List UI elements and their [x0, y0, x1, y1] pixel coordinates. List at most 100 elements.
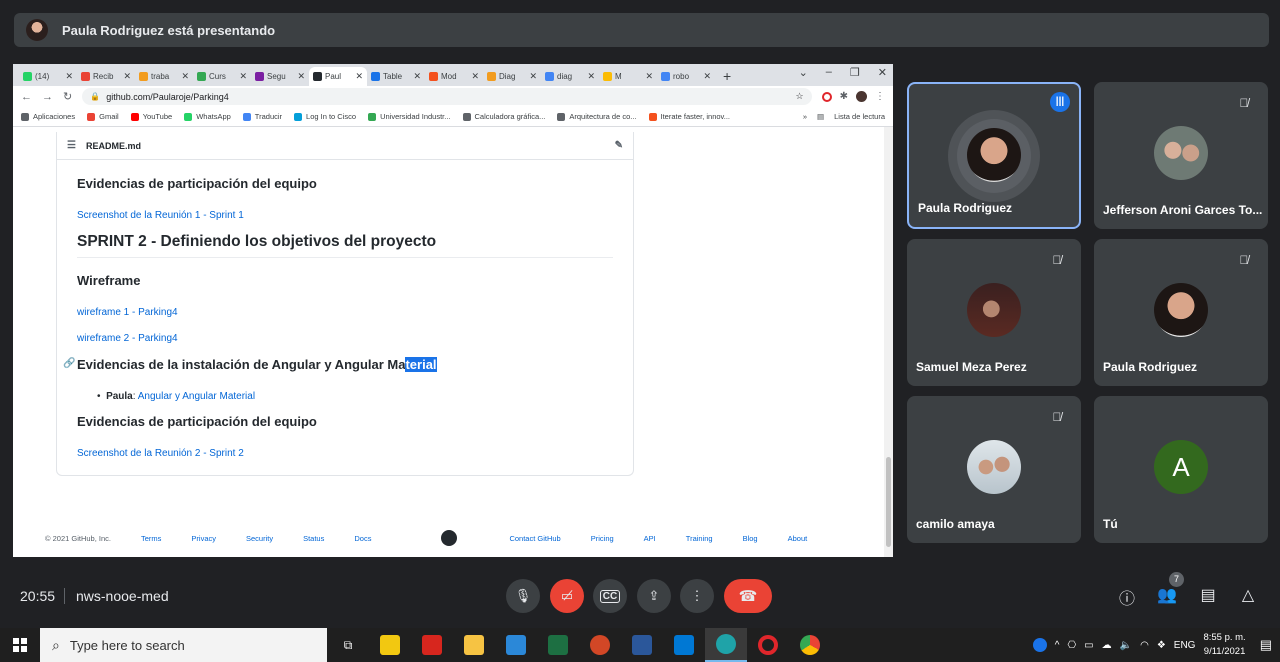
browser-tab[interactable]: traba ✕ — [135, 67, 193, 86]
footer-pricing[interactable]: Pricing — [591, 534, 614, 543]
link-angular-material[interactable]: Angular y Angular Material — [138, 391, 255, 402]
present-button[interactable]: ⇪ — [637, 579, 671, 613]
browser-tab[interactable]: diag ✕ — [541, 67, 599, 86]
close-window-button[interactable]: ✕ — [878, 66, 887, 79]
taskbar-app-outlook[interactable] — [663, 628, 705, 662]
bookmark-item[interactable]: Gmail — [87, 112, 119, 121]
tab-close-icon[interactable]: ✕ — [587, 71, 595, 82]
tab-close-icon[interactable]: ✕ — [645, 71, 653, 82]
url-field[interactable]: 🔒 github.com/Paularoje/Parking4 ☆ — [82, 88, 812, 105]
tab-close-icon[interactable]: ✕ — [239, 71, 247, 82]
tab-close-icon[interactable]: ✕ — [355, 71, 363, 82]
footer-privacy[interactable]: Privacy — [191, 534, 216, 543]
chevron-up-icon[interactable]: ^ — [1055, 640, 1060, 651]
browser-tab[interactable]: Curs ✕ — [193, 67, 251, 86]
taskbar-app-powerpoint[interactable] — [579, 628, 621, 662]
bookmark-item[interactable]: Aplicaciones — [21, 112, 75, 121]
bookmark-item[interactable]: Universidad Industr... — [368, 112, 451, 121]
taskbar-app-powerbi[interactable] — [369, 628, 411, 662]
bookmark-item[interactable]: Traducir — [242, 112, 282, 121]
browser-tab[interactable]: Paul ✕ — [309, 67, 367, 86]
task-view-button[interactable]: ⧉ — [327, 628, 369, 662]
footer-about[interactable]: About — [788, 534, 808, 543]
bookmark-item[interactable]: Arquitectura de co... — [557, 112, 637, 121]
list-icon[interactable]: ☰ — [67, 140, 76, 151]
taskbar-app-acrobat[interactable] — [411, 628, 453, 662]
chat-icon[interactable]: ▤ — [1197, 585, 1219, 607]
browser-tab[interactable]: Recib ✕ — [77, 67, 135, 86]
help-icon[interactable] — [1032, 638, 1047, 652]
page-scrollbar[interactable] — [884, 127, 893, 557]
browser-tab[interactable]: Segu ✕ — [251, 67, 309, 86]
taskbar-search-box[interactable]: ⌕ Type here to search — [40, 628, 327, 662]
browser-tab[interactable]: M ✕ — [599, 67, 657, 86]
camera-off-button[interactable]: ▭̸ — [550, 579, 584, 613]
volume-icon[interactable]: 🔈 — [1120, 640, 1132, 651]
people-icon[interactable]: 👥 — [1156, 585, 1178, 607]
language-indicator[interactable]: ENG — [1174, 640, 1196, 651]
start-button[interactable] — [0, 628, 40, 662]
footer-contact[interactable]: Contact GitHub — [509, 534, 560, 543]
tray-app-icon[interactable]: ⎔ — [1067, 640, 1076, 651]
edit-pencil-icon[interactable]: ✎ — [615, 140, 623, 151]
tab-close-icon[interactable]: ✕ — [471, 71, 479, 82]
back-icon[interactable]: ← — [21, 91, 32, 103]
footer-security[interactable]: Security — [246, 534, 273, 543]
puzzle-icon[interactable]: ✱ — [840, 91, 848, 102]
tab-close-icon[interactable]: ✕ — [703, 71, 711, 82]
tab-close-icon[interactable]: ✕ — [529, 71, 537, 82]
taskbar-app-word[interactable] — [621, 628, 663, 662]
more-options-button[interactable]: ⋮ — [680, 579, 714, 613]
microphone-button[interactable]: 🎙 — [506, 579, 540, 613]
taskbar-app-snipping[interactable] — [495, 628, 537, 662]
taskbar-app-explorer[interactable] — [453, 628, 495, 662]
maximize-button[interactable]: ❐ — [850, 66, 860, 79]
forward-icon[interactable]: → — [42, 91, 53, 103]
browser-tab[interactable]: Diag ✕ — [483, 67, 541, 86]
participant-tile[interactable]: 🎙̸ Paula Rodriguez — [1094, 239, 1268, 386]
link-screenshot-sprint2[interactable]: Screenshot de la Reunión 2 - Sprint 2 — [77, 448, 244, 459]
participant-tile[interactable]: 🎙̸ Samuel Meza Perez — [907, 239, 1081, 386]
participant-tile[interactable]: 🎙̸ camilo amaya — [907, 396, 1081, 543]
cloud-icon[interactable]: ☁ — [1102, 640, 1112, 651]
bookmark-item[interactable]: Calculadora gráfica... — [462, 112, 545, 121]
footer-blog[interactable]: Blog — [743, 534, 758, 543]
participant-tile[interactable]: 🎙̸ Jefferson Aroni Garces To... — [1094, 82, 1268, 229]
minimize-button[interactable]: – — [826, 66, 832, 79]
wifi-icon[interactable]: ◠ — [1140, 640, 1149, 651]
tab-close-icon[interactable]: ✕ — [181, 71, 189, 82]
taskbar-app-chrome[interactable] — [789, 628, 831, 662]
bookmark-item[interactable]: WhatsApp — [184, 112, 231, 121]
bookmark-item[interactable]: YouTube — [130, 112, 172, 121]
taskbar-app-edge[interactable] — [705, 628, 747, 662]
anchor-link-icon[interactable]: 🔗 — [63, 358, 75, 369]
tab-close-icon[interactable]: ✕ — [123, 71, 131, 82]
more-menu-icon[interactable]: ⋮ — [875, 91, 885, 102]
battery-icon[interactable]: ▭ — [1084, 640, 1093, 651]
profile-avatar-icon[interactable] — [856, 91, 867, 102]
footer-training[interactable]: Training — [686, 534, 713, 543]
bookmark-star-icon[interactable]: ☆ — [796, 91, 804, 102]
browser-tab[interactable]: Mod ✕ — [425, 67, 483, 86]
opera-extension-icon[interactable] — [821, 91, 832, 102]
footer-api[interactable]: API — [644, 534, 656, 543]
tab-close-icon[interactable]: ✕ — [297, 71, 305, 82]
notification-icon[interactable]: ▤ — [1260, 637, 1272, 653]
link-wireframe-2[interactable]: wireframe 2 - Parking4 — [77, 333, 178, 344]
reload-icon[interactable]: ↻ — [63, 90, 72, 103]
taskbar-app-excel[interactable] — [537, 628, 579, 662]
taskbar-clock[interactable]: 8:55 p. m. 9/11/2021 — [1203, 631, 1245, 659]
tab-search-icon[interactable]: ⌄ — [799, 66, 808, 79]
participant-tile[interactable]: A Tú — [1094, 396, 1268, 543]
more-bookmarks-icon[interactable]: » — [803, 112, 807, 121]
captions-button[interactable]: CC — [593, 579, 627, 613]
browser-tab[interactable]: (14) ✕ — [19, 67, 77, 86]
bookmark-item[interactable]: Iterate faster, innov... — [648, 112, 730, 121]
footer-docs[interactable]: Docs — [354, 534, 371, 543]
activities-icon[interactable]: △ — [1237, 585, 1259, 607]
tab-close-icon[interactable]: ✕ — [65, 71, 73, 82]
taskbar-app-opera[interactable] — [747, 628, 789, 662]
participant-tile[interactable]: ||| Paula Rodriguez — [907, 82, 1081, 229]
tab-close-icon[interactable]: ✕ — [413, 71, 421, 82]
meeting-details-icon[interactable]: ⓘ — [1116, 585, 1138, 608]
